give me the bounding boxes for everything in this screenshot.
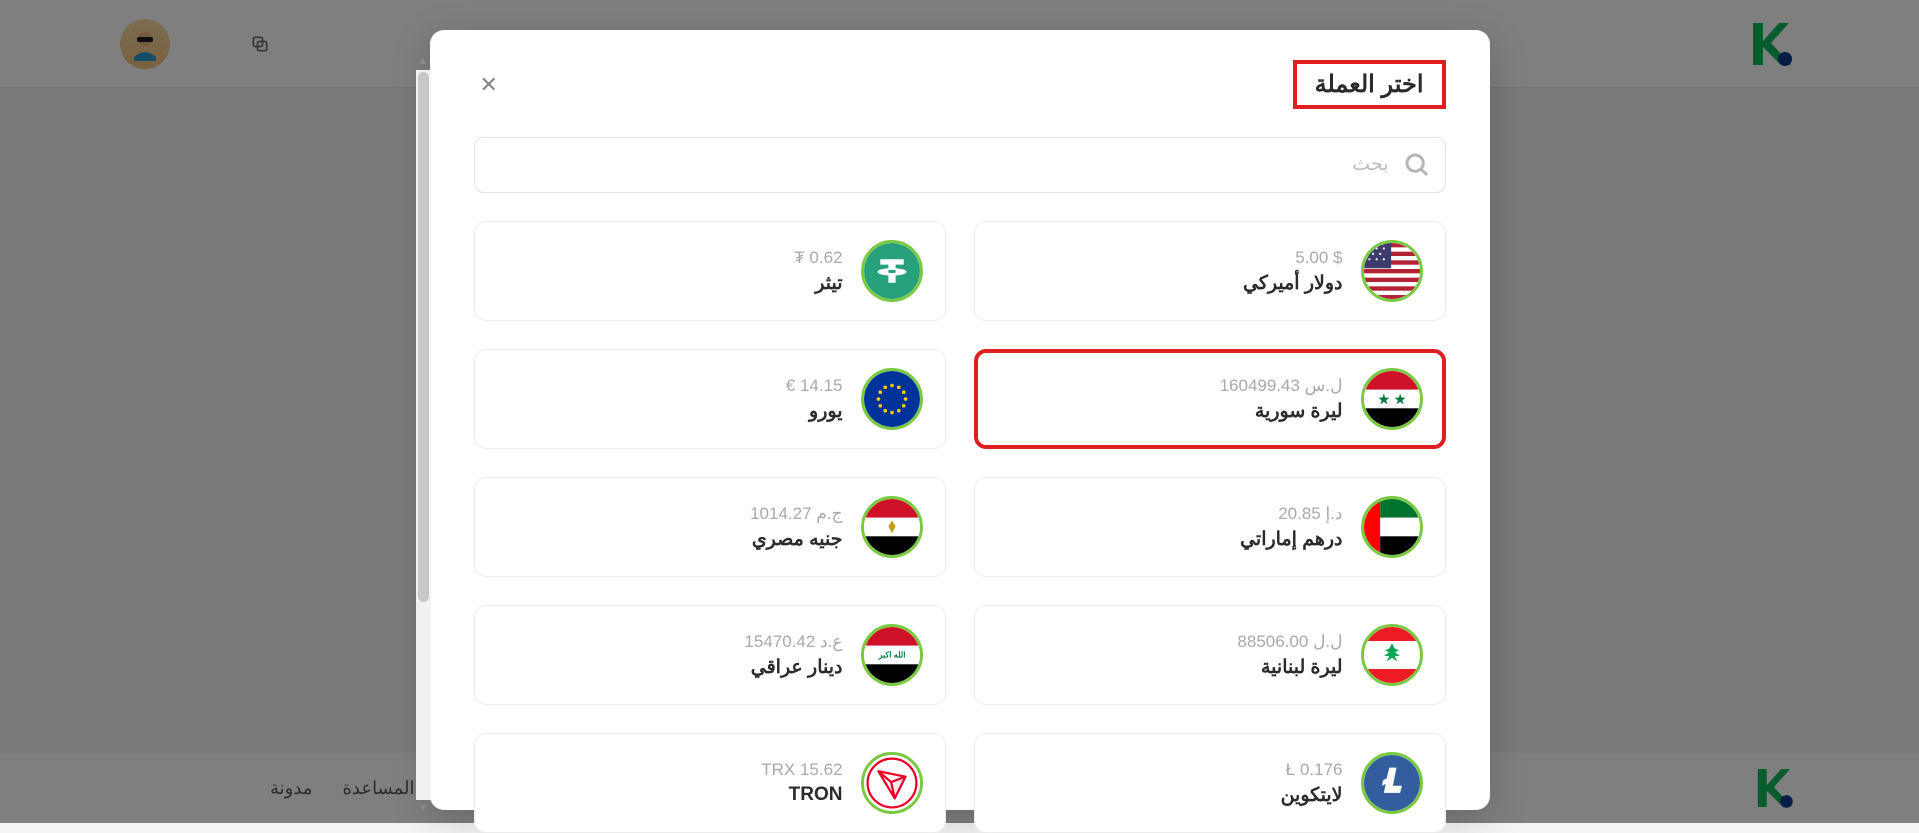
currency-info: € 14.15 يورو <box>786 376 843 423</box>
scroll-down-icon[interactable]: ▼ <box>416 801 431 816</box>
currency-info: 160499.43 ل.س ليرة سورية <box>1220 376 1343 423</box>
eg-flag-icon <box>861 496 923 558</box>
currency-amount: 15470.42 ع.د <box>744 632 842 652</box>
ltc-flag-icon <box>1361 752 1423 814</box>
currency-option[interactable]: 5.00 $ دولار أميركي <box>974 221 1446 321</box>
currency-name: لايتكوين <box>1281 784 1343 807</box>
currency-name: ليرة سورية <box>1255 400 1343 423</box>
close-button[interactable]: ✕ <box>474 68 504 102</box>
scrollbar-thumb[interactable] <box>418 72 429 602</box>
currency-amount: Ł 0.176 <box>1286 760 1343 780</box>
currency-amount: 160499.43 ل.س <box>1220 376 1343 396</box>
svg-text:الله اكبر: الله اكبر <box>877 651 905 661</box>
currency-picker-modal: ▲ ▼ اختر العملة ✕ 5.00 $دولار أميركي₮ 0.… <box>430 30 1490 810</box>
currency-info: 20.85 د.إ درهم إماراتي <box>1240 504 1342 551</box>
currency-list: 5.00 $ دولار أميركي ₮ 0.62 تيثر 160499.43 ل.… <box>474 221 1446 833</box>
currency-option[interactable]: 1014.27 ج.م جنيه مصري <box>474 477 946 577</box>
currency-info: TRX 15.62 TRON <box>761 760 842 806</box>
currency-option[interactable]: € 14.15 يورو <box>474 349 946 449</box>
modal-scrollbar[interactable]: ▲ ▼ <box>416 70 431 800</box>
currency-amount: 1014.27 ج.م <box>750 504 842 524</box>
currency-info: 1014.27 ج.م جنيه مصري <box>750 504 842 551</box>
currency-option[interactable]: TRX 15.62 TRON <box>474 733 946 833</box>
usdt-flag-icon <box>861 240 923 302</box>
ae-flag-icon <box>1361 496 1423 558</box>
modal-overlay[interactable]: ▲ ▼ اختر العملة ✕ 5.00 $ دولار أميركي ₮ 0.… <box>0 0 1919 823</box>
currency-amount: 5.00 $ <box>1295 248 1342 268</box>
currency-amount: 20.85 د.إ <box>1278 504 1342 524</box>
search-field-wrap <box>474 137 1446 193</box>
currency-info: 15470.42 ع.د دينار عراقي <box>744 632 842 679</box>
currency-info: 88506.00 ل.ل ليرة لبنانية <box>1237 632 1342 679</box>
currency-name: دينار عراقي <box>751 656 843 679</box>
currency-info: Ł 0.176 لايتكوين <box>1281 760 1343 807</box>
currency-name: TRON <box>789 784 843 806</box>
currency-amount: € 14.15 <box>786 376 843 396</box>
trx-flag-icon <box>861 752 923 814</box>
iq-flag-icon: الله اكبر <box>861 624 923 686</box>
currency-name: درهم إماراتي <box>1240 528 1342 551</box>
search-icon <box>1402 150 1432 180</box>
currency-amount: ₮ 0.62 <box>794 248 842 268</box>
us-flag-icon <box>1361 240 1423 302</box>
currency-name: جنيه مصري <box>752 528 843 551</box>
currency-name: ليرة لبنانية <box>1261 656 1343 679</box>
lb-flag-icon <box>1361 624 1423 686</box>
currency-info: 5.00 $ دولار أميركي <box>1243 248 1342 295</box>
currency-option[interactable]: Ł 0.176 لايتكوين <box>974 733 1446 833</box>
sy-flag-icon <box>1361 368 1423 430</box>
currency-name: دولار أميركي <box>1243 272 1342 295</box>
currency-info: ₮ 0.62 تيثر <box>794 248 842 295</box>
search-input[interactable] <box>474 137 1446 193</box>
currency-name: تيثر <box>815 272 842 295</box>
currency-option[interactable]: الله اكبر 15470.42 ع.د دينار عراقي <box>474 605 946 705</box>
currency-option[interactable]: 88506.00 ل.ل ليرة لبنانية <box>974 605 1446 705</box>
eu-flag-icon <box>861 368 923 430</box>
modal-title: اختر العملة <box>1293 60 1446 109</box>
currency-option[interactable]: 160499.43 ل.س ليرة سورية <box>974 349 1446 449</box>
currency-amount: TRX 15.62 <box>761 760 842 780</box>
currency-name: يورو <box>809 400 842 423</box>
currency-amount: 88506.00 ل.ل <box>1237 632 1342 652</box>
currency-option[interactable]: 20.85 د.إ درهم إماراتي <box>974 477 1446 577</box>
scroll-up-icon[interactable]: ▲ <box>416 54 431 69</box>
currency-option[interactable]: ₮ 0.62 تيثر <box>474 221 946 321</box>
close-icon: ✕ <box>480 72 498 97</box>
